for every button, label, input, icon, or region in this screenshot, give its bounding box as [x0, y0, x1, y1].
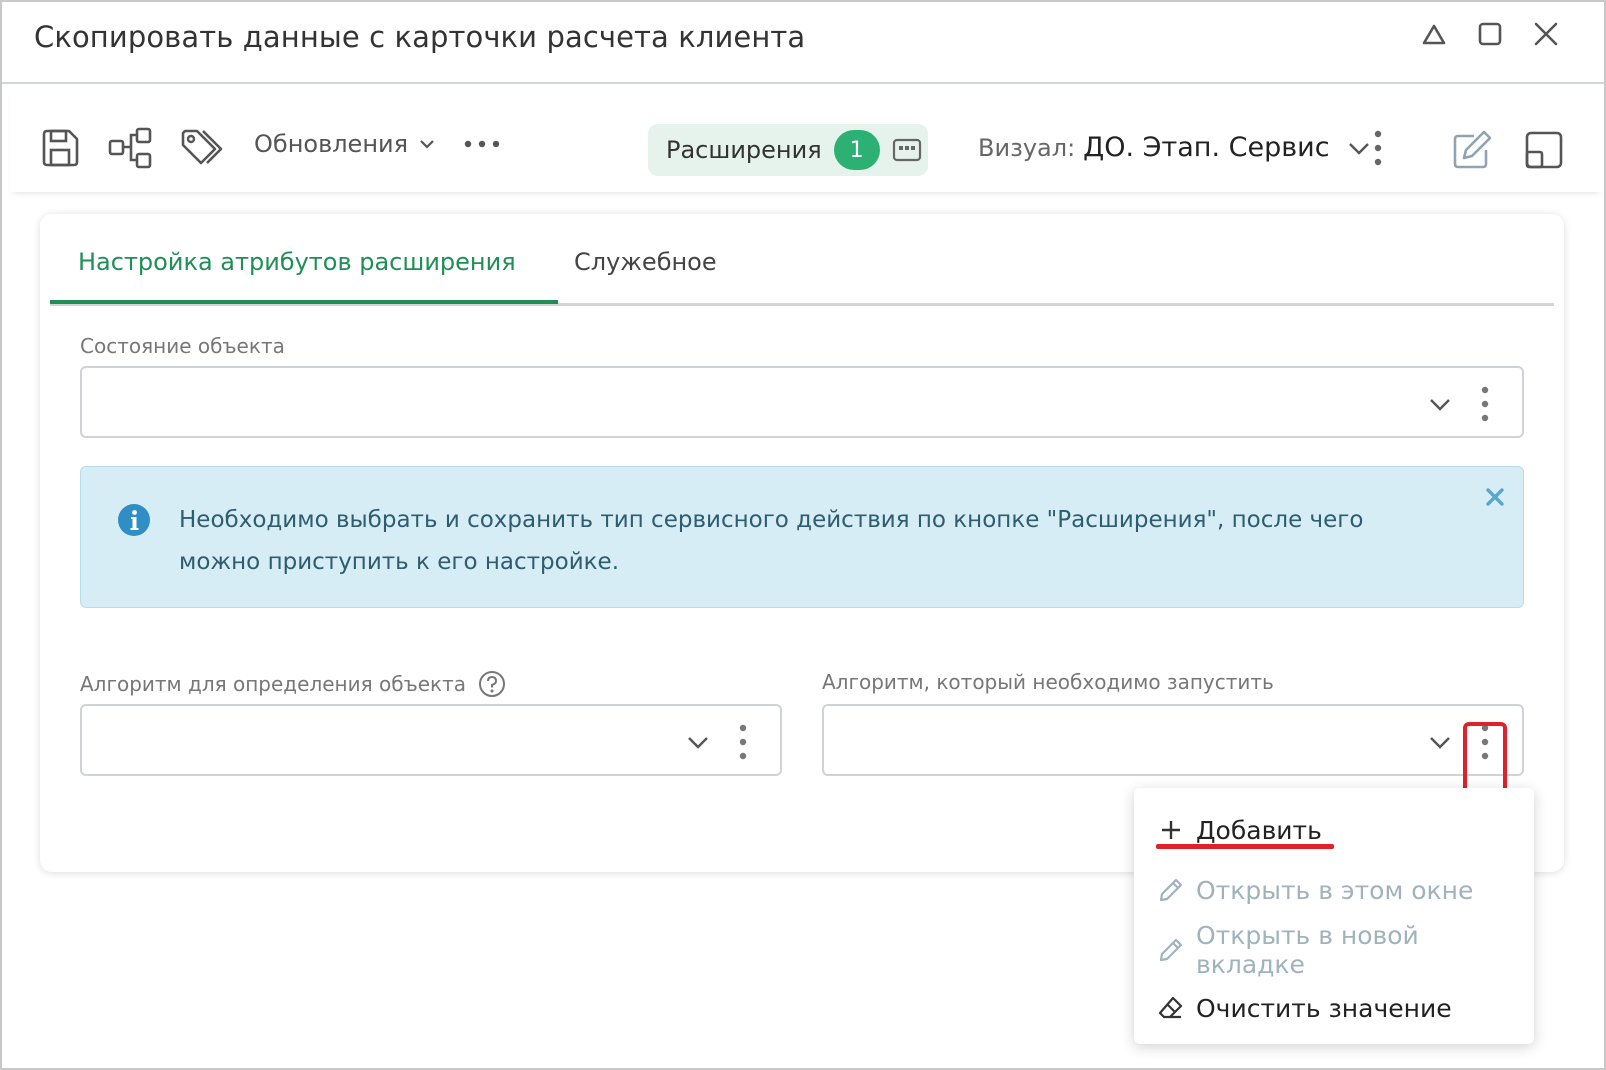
object-state-label-text: Состояние объекта: [80, 334, 285, 358]
menu-item-label: Очистить значение: [1196, 993, 1452, 1023]
close-icon: [1534, 22, 1558, 46]
layout-button[interactable]: [1520, 126, 1568, 174]
object-algorithm-label-text: Алгоритм для определения объекта: [80, 672, 466, 696]
object-state-label: Состояние объекта: [80, 334, 285, 358]
close-icon[interactable]: [1483, 485, 1507, 509]
menu-item-open-new-tab[interactable]: Открыть в новой вкладке: [1158, 921, 1534, 979]
info-text: Необходимо выбрать и сохранить тип серви…: [179, 507, 1364, 575]
add-highlight-underline: [1156, 844, 1334, 849]
object-state-field[interactable]: [80, 366, 1524, 438]
object-algorithm-more-button[interactable]: [732, 720, 754, 764]
visual-label: Визуал:: [978, 133, 1076, 162]
toolbar-more-button[interactable]: [1366, 124, 1390, 172]
updates-label: Обновления: [254, 130, 409, 158]
save-button[interactable]: [36, 124, 84, 172]
plus-icon: [1158, 817, 1184, 843]
active-tab-indicator: [50, 300, 558, 304]
object-state-more-button[interactable]: [1474, 382, 1496, 426]
hierarchy-button[interactable]: [106, 124, 154, 172]
title-bar: Скопировать данные с карточки расчета кл…: [2, 2, 1604, 84]
tab-extension-attributes[interactable]: Настройка атрибутов расширения: [78, 248, 516, 276]
tags-button[interactable]: [178, 124, 226, 172]
content-card: Настройка атрибутов расширения Служебное…: [40, 214, 1564, 872]
object-algorithm-field[interactable]: [80, 704, 782, 776]
updates-menu[interactable]: Обновления: [254, 130, 506, 158]
more-vertical-icon: [739, 724, 747, 760]
menu-item-open-this-window[interactable]: Открыть в этом окне: [1158, 868, 1473, 912]
info-alert: Необходимо выбрать и сохранить тип серви…: [80, 466, 1524, 608]
menu-item-label: Открыть в новой вкладке: [1196, 921, 1419, 979]
maximize-window-button[interactable]: [1472, 16, 1508, 52]
tab-bar: Настройка атрибутов расширения Служебное: [50, 214, 1554, 306]
visual-selector[interactable]: Визуал: ДО. Этап. Сервис: [978, 132, 1372, 163]
context-menu: Добавить Открыть в этом окне Открыть в н…: [1134, 788, 1534, 1044]
menu-item-clear-value[interactable]: Очистить значение: [1158, 986, 1452, 1030]
chevron-down-icon[interactable]: [684, 728, 712, 756]
tag-icon: [181, 129, 223, 165]
more-horizontal-icon[interactable]: [462, 135, 506, 153]
save-icon: [42, 129, 79, 167]
help-icon[interactable]: [478, 670, 506, 698]
kebab-highlight: [1463, 722, 1507, 794]
close-window-button[interactable]: [1528, 16, 1564, 52]
layout-icon: [1525, 131, 1563, 169]
visual-value: ДО. Этап. Сервис: [1083, 132, 1330, 163]
chevron-down-icon: [420, 140, 434, 149]
chevron-down-icon[interactable]: [1426, 728, 1454, 756]
chevron-down-icon[interactable]: [1426, 390, 1454, 418]
pencil-icon: [1158, 937, 1184, 963]
collapse-window-button[interactable]: [1416, 16, 1452, 52]
info-icon: [118, 504, 150, 536]
more-vertical-icon: [1374, 130, 1382, 166]
maximize-icon: [1478, 22, 1502, 46]
extensions-count-badge: 1: [833, 130, 880, 170]
object-algorithm-label: Алгоритм для определения объекта: [80, 670, 506, 698]
run-algorithm-label: Алгоритм, который необходимо запустить: [822, 670, 1274, 694]
edit-icon: [1453, 130, 1492, 169]
menu-item-label: Добавить: [1196, 815, 1322, 845]
window-title: Скопировать данные с карточки расчета кл…: [34, 20, 806, 54]
pencil-icon: [1158, 877, 1184, 903]
eraser-icon: [1158, 995, 1184, 1021]
extensions-label: Расширения: [666, 136, 822, 164]
card-icon: [892, 138, 921, 162]
edit-button[interactable]: [1448, 126, 1496, 174]
hierarchy-icon: [108, 127, 152, 169]
run-algorithm-label-text: Алгоритм, который необходимо запустить: [822, 670, 1274, 694]
extensions-button[interactable]: Расширения 1: [648, 124, 928, 176]
tab-service[interactable]: Служебное: [574, 248, 717, 276]
run-algorithm-field[interactable]: [822, 704, 1524, 776]
collapse-icon: [1422, 24, 1446, 45]
menu-item-label: Открыть в этом окне: [1196, 875, 1474, 905]
more-vertical-icon: [1481, 386, 1489, 422]
dialog-window: Скопировать данные с карточки расчета кл…: [0, 0, 1606, 1070]
